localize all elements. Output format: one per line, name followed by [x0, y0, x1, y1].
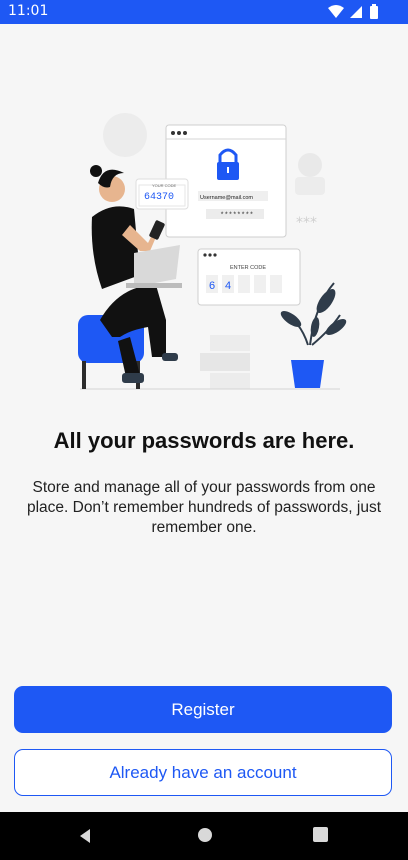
- code-digit-1: 6: [209, 280, 215, 292]
- battery-icon: [370, 4, 378, 19]
- password-illustration: Username@mail.com ******** YOUR CODE 643…: [78, 113, 347, 390]
- register-button[interactable]: Register: [14, 686, 392, 733]
- cellular-icon: [350, 6, 362, 18]
- wifi-icon: [328, 5, 344, 18]
- status-bar: 11:01: [0, 0, 408, 24]
- enter-code-title: ENTER CODE: [230, 265, 266, 271]
- onboarding-headline: All your passwords are here.: [53, 428, 355, 453]
- masked-stars: ***: [296, 215, 317, 231]
- login-password-mask: ********: [220, 212, 254, 220]
- back-icon[interactable]: [76, 827, 94, 845]
- system-nav-bar: [0, 812, 408, 860]
- recents-icon[interactable]: [313, 827, 328, 842]
- code-digit-2: 4: [225, 280, 231, 292]
- login-button[interactable]: Already have an account: [14, 749, 392, 796]
- otp-card-title: YOUR CODE: [152, 183, 177, 188]
- onboarding-description: Store and manage all of your passwords f…: [26, 479, 382, 536]
- status-time: 11:01: [8, 3, 49, 19]
- login-email: Username@mail.com: [200, 195, 253, 201]
- home-icon[interactable]: [196, 826, 214, 844]
- otp-code: 64370: [144, 192, 174, 203]
- status-icons: [328, 4, 378, 19]
